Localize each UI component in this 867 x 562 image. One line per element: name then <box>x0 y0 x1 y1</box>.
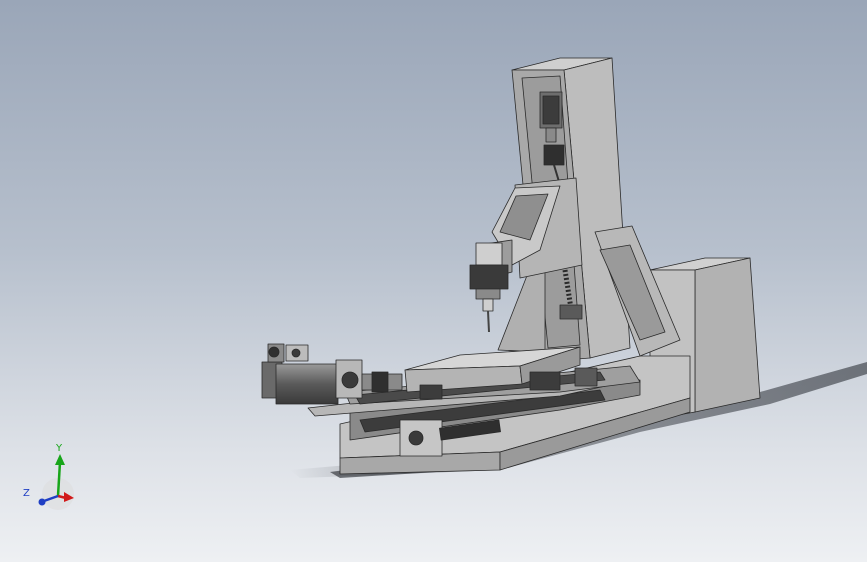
y-axis-label: Y <box>55 443 63 454</box>
machine-model[interactable] <box>261 57 761 475</box>
spindle[interactable] <box>469 242 509 333</box>
z-axis-label: Z <box>23 488 30 499</box>
z-axis-arrowhead <box>38 498 46 506</box>
y-axis-arrowhead <box>55 454 65 465</box>
cad-graphics-viewport[interactable] <box>0 0 867 562</box>
view-orientation-triad[interactable]: Y Z <box>20 438 80 513</box>
